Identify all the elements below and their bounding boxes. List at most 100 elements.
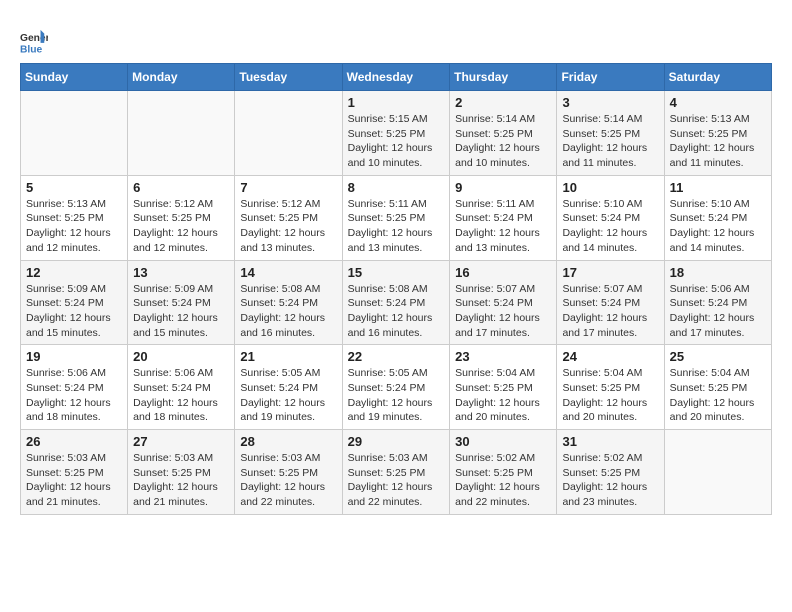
day-info: Sunrise: 5:04 AM Sunset: 5:25 PM Dayligh…	[562, 366, 658, 425]
calendar-cell: 26 Sunrise: 5:03 AM Sunset: 5:25 PM Dayli…	[21, 430, 128, 515]
calendar-cell: 30 Sunrise: 5:02 AM Sunset: 5:25 PM Dayli…	[450, 430, 557, 515]
calendar-cell: 24 Sunrise: 5:04 AM Sunset: 5:25 PM Dayli…	[557, 345, 664, 430]
weekday-header-tuesday: Tuesday	[235, 64, 342, 91]
day-number: 31	[562, 434, 658, 449]
day-info: Sunrise: 5:11 AM Sunset: 5:24 PM Dayligh…	[455, 197, 551, 256]
calendar-cell: 27 Sunrise: 5:03 AM Sunset: 5:25 PM Dayli…	[128, 430, 235, 515]
weekday-header-wednesday: Wednesday	[342, 64, 450, 91]
calendar-cell: 2 Sunrise: 5:14 AM Sunset: 5:25 PM Daylig…	[450, 91, 557, 176]
day-number: 6	[133, 180, 229, 195]
svg-text:Blue: Blue	[20, 44, 43, 55]
day-number: 22	[348, 349, 445, 364]
calendar-cell	[128, 91, 235, 176]
day-info: Sunrise: 5:03 AM Sunset: 5:25 PM Dayligh…	[26, 451, 122, 510]
day-info: Sunrise: 5:03 AM Sunset: 5:25 PM Dayligh…	[348, 451, 445, 510]
page-header: General Blue	[20, 20, 772, 53]
day-number: 29	[348, 434, 445, 449]
week-row-4: 19Sunrise: 5:06 AM Sunset: 5:24 PM Dayli…	[21, 345, 772, 430]
calendar-cell: 21Sunrise: 5:05 AM Sunset: 5:24 PM Dayli…	[235, 345, 342, 430]
calendar-cell: 4 Sunrise: 5:13 AM Sunset: 5:25 PM Daylig…	[664, 91, 771, 176]
calendar-cell: 13Sunrise: 5:09 AM Sunset: 5:24 PM Dayli…	[128, 260, 235, 345]
logo: General Blue	[20, 25, 54, 53]
day-info: Sunrise: 5:11 AM Sunset: 5:25 PM Dayligh…	[348, 197, 445, 256]
day-info: Sunrise: 5:03 AM Sunset: 5:25 PM Dayligh…	[133, 451, 229, 510]
day-number: 14	[240, 265, 336, 280]
day-number: 17	[562, 265, 658, 280]
day-info: Sunrise: 5:10 AM Sunset: 5:24 PM Dayligh…	[562, 197, 658, 256]
day-number: 3	[562, 95, 658, 110]
calendar-cell: 3 Sunrise: 5:14 AM Sunset: 5:25 PM Daylig…	[557, 91, 664, 176]
week-row-3: 12 Sunrise: 5:09 AM Sunset: 5:24 PM Dayli…	[21, 260, 772, 345]
calendar-table: SundayMondayTuesdayWednesdayThursdayFrid…	[20, 63, 772, 515]
calendar-cell: 16 Sunrise: 5:07 AM Sunset: 5:24 PM Dayli…	[450, 260, 557, 345]
calendar-cell: 23 Sunrise: 5:04 AM Sunset: 5:25 PM Dayli…	[450, 345, 557, 430]
week-row-5: 26 Sunrise: 5:03 AM Sunset: 5:25 PM Dayli…	[21, 430, 772, 515]
day-number: 10	[562, 180, 658, 195]
day-number: 13	[133, 265, 229, 280]
week-row-1: 1Sunrise: 5:15 AM Sunset: 5:25 PM Daylig…	[21, 91, 772, 176]
weekday-header-monday: Monday	[128, 64, 235, 91]
day-info: Sunrise: 5:12 AM Sunset: 5:25 PM Dayligh…	[133, 197, 229, 256]
day-info: Sunrise: 5:13 AM Sunset: 5:25 PM Dayligh…	[26, 197, 122, 256]
calendar-cell	[235, 91, 342, 176]
day-info: Sunrise: 5:14 AM Sunset: 5:25 PM Dayligh…	[562, 112, 658, 171]
day-number: 30	[455, 434, 551, 449]
weekday-header-sunday: Sunday	[21, 64, 128, 91]
calendar-cell: 28 Sunrise: 5:03 AM Sunset: 5:25 PM Dayli…	[235, 430, 342, 515]
day-info: Sunrise: 5:05 AM Sunset: 5:24 PM Dayligh…	[240, 366, 336, 425]
day-info: Sunrise: 5:15 AM Sunset: 5:25 PM Dayligh…	[348, 112, 445, 171]
day-info: Sunrise: 5:06 AM Sunset: 5:24 PM Dayligh…	[133, 366, 229, 425]
calendar-cell	[664, 430, 771, 515]
calendar-cell: 31 Sunrise: 5:02 AM Sunset: 5:25 PM Dayli…	[557, 430, 664, 515]
day-number: 20	[133, 349, 229, 364]
calendar-cell: 8Sunrise: 5:11 AM Sunset: 5:25 PM Daylig…	[342, 175, 450, 260]
day-info: Sunrise: 5:14 AM Sunset: 5:25 PM Dayligh…	[455, 112, 551, 171]
day-info: Sunrise: 5:09 AM Sunset: 5:24 PM Dayligh…	[26, 282, 122, 341]
calendar-cell: 20 Sunrise: 5:06 AM Sunset: 5:24 PM Dayli…	[128, 345, 235, 430]
day-info: Sunrise: 5:12 AM Sunset: 5:25 PM Dayligh…	[240, 197, 336, 256]
day-info: Sunrise: 5:10 AM Sunset: 5:24 PM Dayligh…	[670, 197, 766, 256]
day-info: Sunrise: 5:03 AM Sunset: 5:25 PM Dayligh…	[240, 451, 336, 510]
day-number: 16	[455, 265, 551, 280]
weekday-header-row: SundayMondayTuesdayWednesdayThursdayFrid…	[21, 64, 772, 91]
logo-icon: General Blue	[20, 28, 48, 56]
calendar-cell: 5 Sunrise: 5:13 AM Sunset: 5:25 PM Daylig…	[21, 175, 128, 260]
day-number: 25	[670, 349, 766, 364]
day-info: Sunrise: 5:02 AM Sunset: 5:25 PM Dayligh…	[562, 451, 658, 510]
day-info: Sunrise: 5:02 AM Sunset: 5:25 PM Dayligh…	[455, 451, 551, 510]
day-info: Sunrise: 5:04 AM Sunset: 5:25 PM Dayligh…	[455, 366, 551, 425]
calendar-cell	[21, 91, 128, 176]
day-number: 26	[26, 434, 122, 449]
weekday-header-saturday: Saturday	[664, 64, 771, 91]
day-number: 15	[348, 265, 445, 280]
calendar-cell: 18 Sunrise: 5:06 AM Sunset: 5:24 PM Dayli…	[664, 260, 771, 345]
calendar-cell: 17Sunrise: 5:07 AM Sunset: 5:24 PM Dayli…	[557, 260, 664, 345]
calendar-cell: 19Sunrise: 5:06 AM Sunset: 5:24 PM Dayli…	[21, 345, 128, 430]
day-number: 9	[455, 180, 551, 195]
day-info: Sunrise: 5:13 AM Sunset: 5:25 PM Dayligh…	[670, 112, 766, 171]
calendar-cell: 22 Sunrise: 5:05 AM Sunset: 5:24 PM Dayli…	[342, 345, 450, 430]
day-number: 23	[455, 349, 551, 364]
calendar-cell: 11Sunrise: 5:10 AM Sunset: 5:24 PM Dayli…	[664, 175, 771, 260]
day-number: 2	[455, 95, 551, 110]
day-number: 27	[133, 434, 229, 449]
calendar-cell: 29 Sunrise: 5:03 AM Sunset: 5:25 PM Dayli…	[342, 430, 450, 515]
calendar-cell: 12 Sunrise: 5:09 AM Sunset: 5:24 PM Dayli…	[21, 260, 128, 345]
day-info: Sunrise: 5:06 AM Sunset: 5:24 PM Dayligh…	[670, 282, 766, 341]
day-number: 12	[26, 265, 122, 280]
day-info: Sunrise: 5:08 AM Sunset: 5:24 PM Dayligh…	[348, 282, 445, 341]
day-info: Sunrise: 5:07 AM Sunset: 5:24 PM Dayligh…	[455, 282, 551, 341]
weekday-header-thursday: Thursday	[450, 64, 557, 91]
day-number: 4	[670, 95, 766, 110]
calendar-cell: 25Sunrise: 5:04 AM Sunset: 5:25 PM Dayli…	[664, 345, 771, 430]
day-info: Sunrise: 5:08 AM Sunset: 5:24 PM Dayligh…	[240, 282, 336, 341]
calendar-cell: 9 Sunrise: 5:11 AM Sunset: 5:24 PM Daylig…	[450, 175, 557, 260]
day-info: Sunrise: 5:06 AM Sunset: 5:24 PM Dayligh…	[26, 366, 122, 425]
day-number: 18	[670, 265, 766, 280]
day-number: 28	[240, 434, 336, 449]
weekday-header-friday: Friday	[557, 64, 664, 91]
day-number: 5	[26, 180, 122, 195]
day-number: 24	[562, 349, 658, 364]
day-info: Sunrise: 5:05 AM Sunset: 5:24 PM Dayligh…	[348, 366, 445, 425]
calendar-cell: 1Sunrise: 5:15 AM Sunset: 5:25 PM Daylig…	[342, 91, 450, 176]
